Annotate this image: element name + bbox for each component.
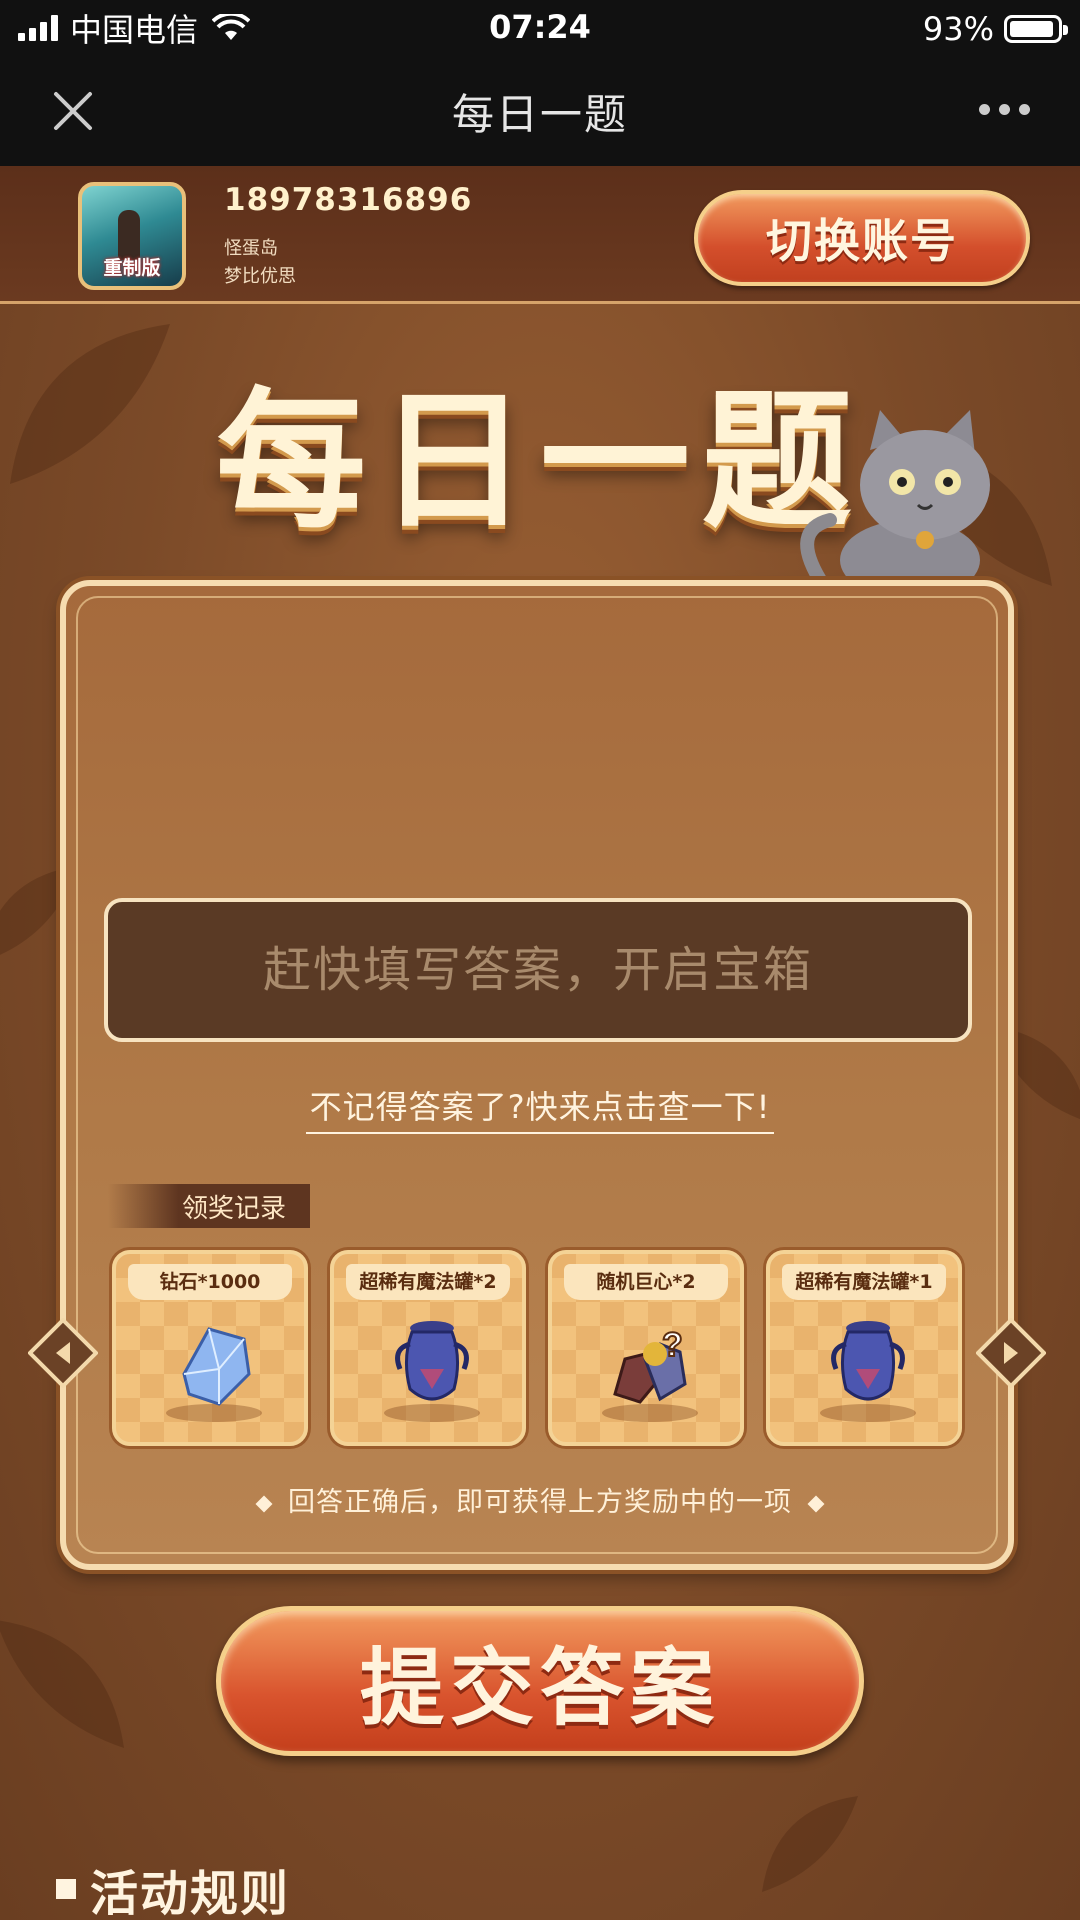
reward-label: 超稀有魔法罐*2 [346, 1264, 510, 1300]
rules-title-text: 活动规则 [90, 1866, 291, 1920]
switch-account-button[interactable]: 切换账号 [694, 190, 1030, 286]
cat-mascot-icon [800, 410, 990, 590]
square-bullet-icon [56, 1879, 76, 1899]
leaf-decoration-icon [0, 1620, 124, 1748]
account-org: 梦比优思 [224, 266, 296, 287]
magic-jar-icon [395, 1321, 469, 1401]
reward-label: 钻石*1000 [128, 1264, 292, 1300]
rewards-list: 钻石*1000 超稀有魔法罐*2 随机巨心*2 ? 超稀有魔法罐*1 [112, 1250, 962, 1446]
battery-icon [1004, 15, 1068, 43]
nav-bar: 每日一题 [0, 56, 1080, 166]
reward-label: 随机巨心*2 [564, 1264, 728, 1300]
battery-percent: 93% [922, 10, 994, 48]
signal-icon [18, 15, 58, 41]
reward-note: 回答正确后，即可获得上方奖励中的一项 [0, 1480, 1080, 1519]
battery-fill [1010, 21, 1053, 37]
close-icon[interactable] [50, 88, 96, 134]
magic-jar-icon [831, 1321, 905, 1401]
answer-input[interactable] [104, 898, 972, 1042]
status-bar: 中国电信 07:24 93% [0, 0, 1080, 56]
leaf-decoration-icon [762, 1796, 858, 1892]
account-header: 重制版 18978316896 怪蛋岛 梦比优思 切换账号 [0, 166, 1080, 304]
carrier-name: 中国电信 [70, 11, 199, 49]
wifi-icon [212, 14, 251, 40]
reward-item[interactable]: 超稀有魔法罐*2 [330, 1250, 526, 1446]
rules-section-title: 活动规则 [56, 1854, 290, 1920]
more-icon[interactable] [979, 104, 1030, 115]
reward-note-text: 回答正确后，即可获得上方奖励中的一项 [288, 1487, 792, 1518]
svg-text:?: ? [662, 1326, 683, 1364]
reward-item[interactable]: 随机巨心*2 ? [548, 1250, 744, 1446]
avatar-badge: 重制版 [103, 257, 161, 279]
diamond-bullet-icon [255, 1495, 273, 1512]
game-avatar: 重制版 [78, 182, 186, 290]
battery-indicator: 93% [922, 10, 1068, 48]
reward-item[interactable]: 钻石*1000 [112, 1250, 308, 1446]
diamond-crystal-icon [182, 1327, 251, 1406]
random-giant-heart-icon: ? [613, 1325, 687, 1404]
account-game: 怪蛋岛 [224, 238, 278, 259]
arrow-right-icon[interactable] [976, 1318, 1046, 1388]
forgot-answer-link[interactable]: 不记得答案了?快来点击查一下! [305, 1088, 775, 1134]
hint-link-row: 不记得答案了?快来点击查一下! [0, 1082, 1080, 1134]
arrow-left-icon[interactable] [28, 1318, 98, 1388]
diamond-bullet-icon [807, 1495, 825, 1512]
reward-record-tag[interactable]: 领奖记录 [108, 1184, 310, 1228]
reward-label: 超稀有魔法罐*1 [782, 1264, 946, 1300]
submit-answer-button[interactable]: 提交答案 [216, 1606, 864, 1756]
reward-item[interactable]: 超稀有魔法罐*1 [766, 1250, 962, 1446]
nav-title: 每日一题 [451, 89, 628, 139]
account-phone: 18978316896 [224, 182, 473, 218]
